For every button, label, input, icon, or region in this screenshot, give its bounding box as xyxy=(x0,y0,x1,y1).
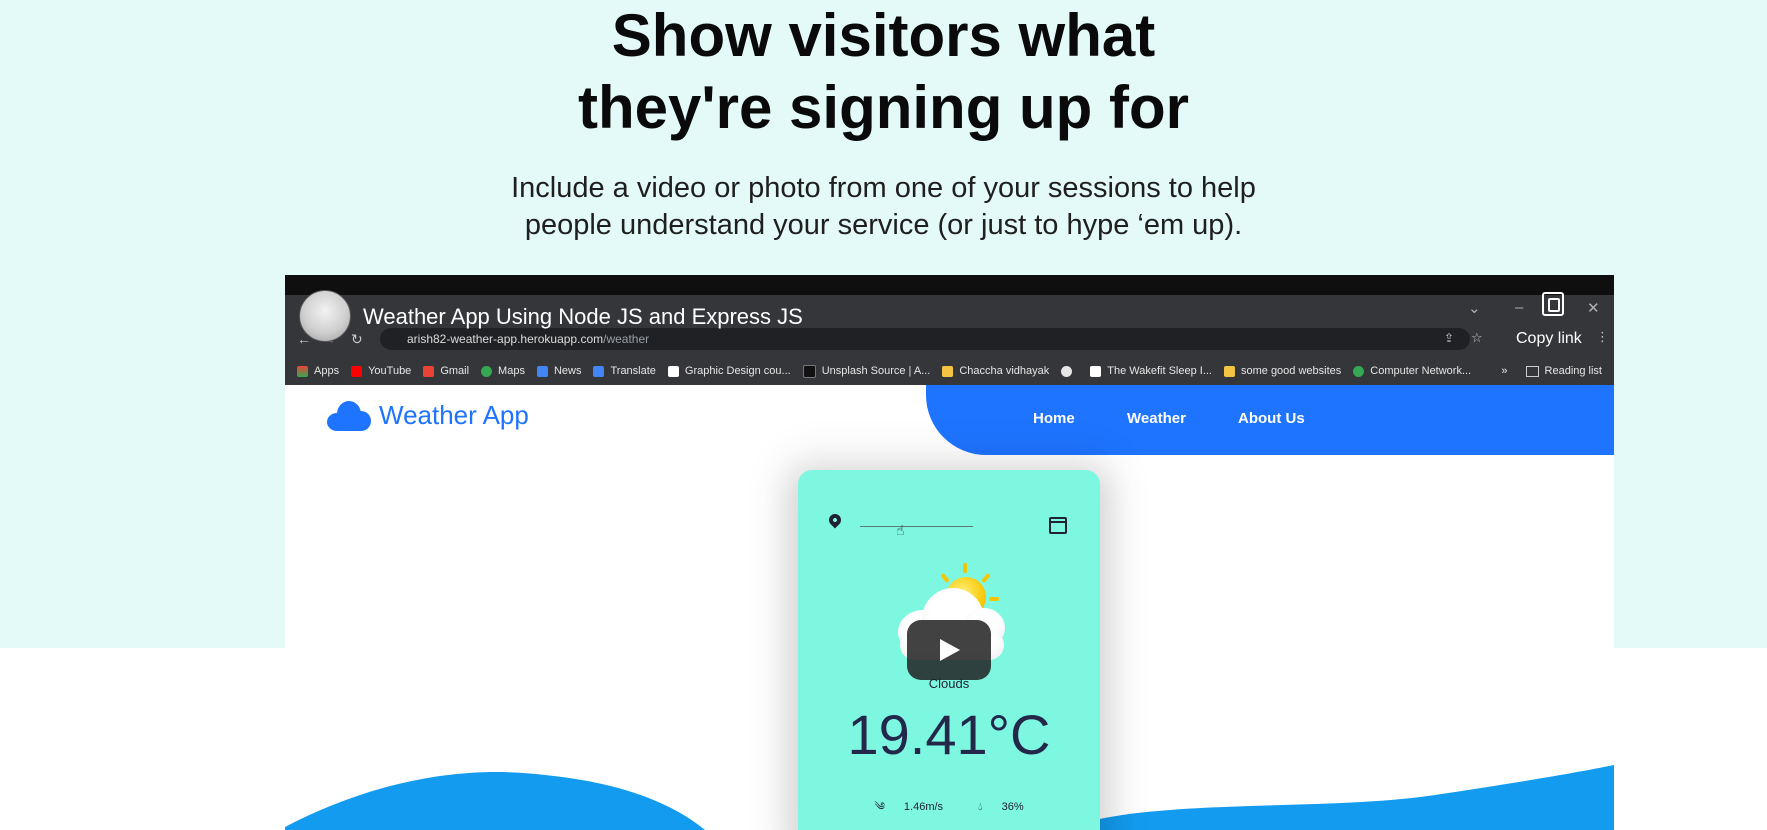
subtext-line-1: Include a video or photo from one of you… xyxy=(511,172,1256,204)
wind-stat: ༄ 1.46m/s xyxy=(866,801,951,813)
site-nav-weather: Weather xyxy=(1127,410,1186,427)
location-pin-icon xyxy=(826,511,844,529)
calendar-icon xyxy=(1049,517,1067,534)
cloud-logo-icon xyxy=(327,400,371,431)
close-icon: ✕ xyxy=(1587,300,1600,317)
mouse-cursor-icon: ☝ xyxy=(896,522,905,538)
humidity-stat: 💧︎ 36% xyxy=(970,801,1032,813)
wind-value: 1.46m/s xyxy=(903,801,944,813)
site-nav-about-us: About Us xyxy=(1238,410,1305,427)
subtext-line-2: people understand your service (or just … xyxy=(524,209,1243,241)
page-subtext: Include a video or photo from one of you… xyxy=(0,170,1767,244)
copy-link-button[interactable]: Copy link xyxy=(1516,330,1582,348)
page-headline: Show visitors what they're signing up fo… xyxy=(0,0,1767,144)
copy-link-icon[interactable] xyxy=(1542,292,1564,316)
droplet-icon: 💧︎ xyxy=(978,801,986,813)
city-input xyxy=(860,526,973,527)
chevron-down-icon: ⌄ xyxy=(1468,300,1481,317)
weather-meta: ༄ 1.46m/s 💧︎ 36% xyxy=(798,794,1100,825)
site-logo-text: Weather App xyxy=(379,400,529,430)
site-nav-home: Home xyxy=(1033,410,1075,427)
headline-line-2: they're signing up for xyxy=(578,74,1189,141)
temperature-readout: 19.41°C xyxy=(847,703,1051,766)
headline-line-1: Show visitors what xyxy=(611,2,1156,69)
play-button[interactable] xyxy=(907,620,991,680)
minimize-icon: – xyxy=(1515,299,1524,316)
site-logo: Weather App xyxy=(327,400,529,431)
wind-icon: ༄ xyxy=(874,801,888,813)
embedded-video[interactable]: ← → ↻ arish82-weather-app.herokuapp.com/… xyxy=(285,275,1614,830)
channel-avatar[interactable] xyxy=(299,290,351,342)
humidity-value: 36% xyxy=(1001,801,1024,813)
video-title[interactable]: Weather App Using Node JS and Express JS xyxy=(363,304,803,330)
